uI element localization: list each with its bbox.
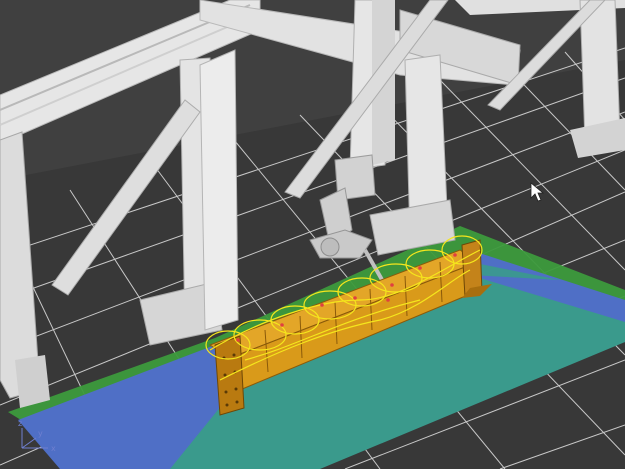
axis-z-label: z [18, 419, 22, 428]
axis-y-label: y [38, 429, 43, 438]
gantry-leg-b [199, 49, 239, 331]
robot-joint [320, 237, 340, 257]
axis-x-label: x [51, 444, 56, 453]
scene-canvas[interactable]: z x y [0, 0, 625, 469]
3d-viewport[interactable]: z x y [0, 0, 625, 469]
